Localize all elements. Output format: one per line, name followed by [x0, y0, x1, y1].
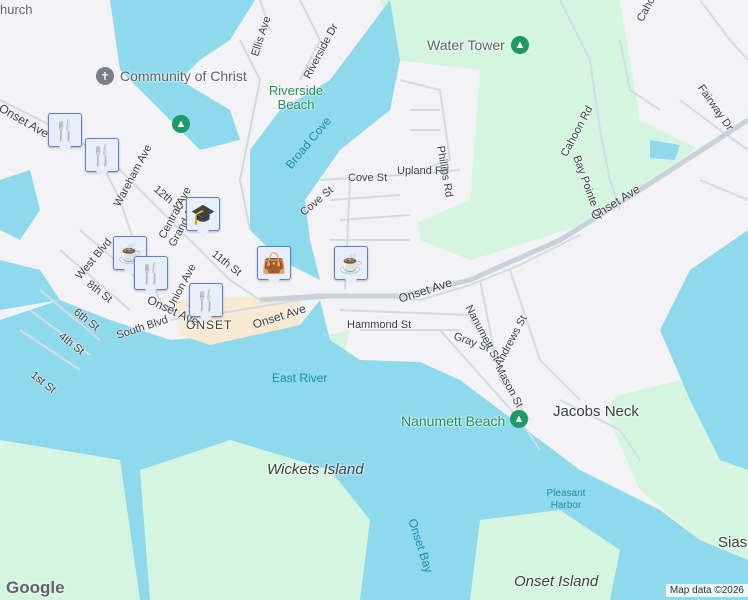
label-cove-st-2: Cove St — [348, 172, 388, 184]
restaurant-marker[interactable]: 🍴 — [134, 256, 168, 297]
map-attribution[interactable]: Map data ©2026 — [665, 584, 748, 597]
restaurant-marker[interactable]: 🍴 — [85, 138, 119, 179]
label-hammond-st: Hammond St — [347, 319, 412, 331]
cafe-marker[interactable]: ☕ — [334, 246, 368, 287]
google-logo[interactable]: Google — [6, 578, 65, 598]
graduation-cap-icon: 🎓 — [190, 203, 216, 226]
park-icon[interactable]: ▲ — [510, 410, 528, 428]
label-wickets-island: Wickets Island — [267, 461, 364, 478]
label-jacobs-neck: Jacobs Neck — [553, 403, 639, 420]
map-canvas[interactable] — [0, 0, 748, 600]
label-sias: Sias — [718, 534, 748, 551]
restaurant-marker[interactable]: 🍴 — [189, 283, 223, 324]
park-icon[interactable]: ▲ — [172, 115, 190, 133]
fork-knife-icon: 🍴 — [193, 289, 219, 312]
church-icon[interactable]: ✝ — [96, 67, 114, 85]
school-marker[interactable]: 🎓 — [186, 197, 220, 238]
label-community-of-christ[interactable]: Community of Christ — [120, 68, 247, 84]
label-pleasant-harbor: Pleasant Harbor — [546, 488, 586, 511]
park-icon[interactable]: ▲ — [511, 36, 529, 54]
label-east-river: East River — [272, 371, 328, 385]
shopping-bag-icon: 👜 — [261, 252, 287, 275]
label-riverside-beach[interactable]: Riverside Beach — [266, 84, 326, 112]
fork-knife-icon: 🍴 — [52, 119, 78, 142]
restaurant-marker[interactable]: 🍴 — [48, 113, 82, 154]
label-water-tower[interactable]: Water Tower — [427, 37, 505, 53]
coffee-cup-icon: ☕ — [338, 252, 364, 275]
label-church: hurch — [0, 2, 33, 17]
shopping-marker[interactable]: 👜 — [257, 246, 291, 287]
fork-knife-icon: 🍴 — [89, 144, 115, 167]
fork-knife-icon: 🍴 — [138, 262, 164, 285]
label-onset-island: Onset Island — [514, 573, 599, 590]
label-nanumett-beach[interactable]: Nanumett Beach — [401, 413, 505, 429]
